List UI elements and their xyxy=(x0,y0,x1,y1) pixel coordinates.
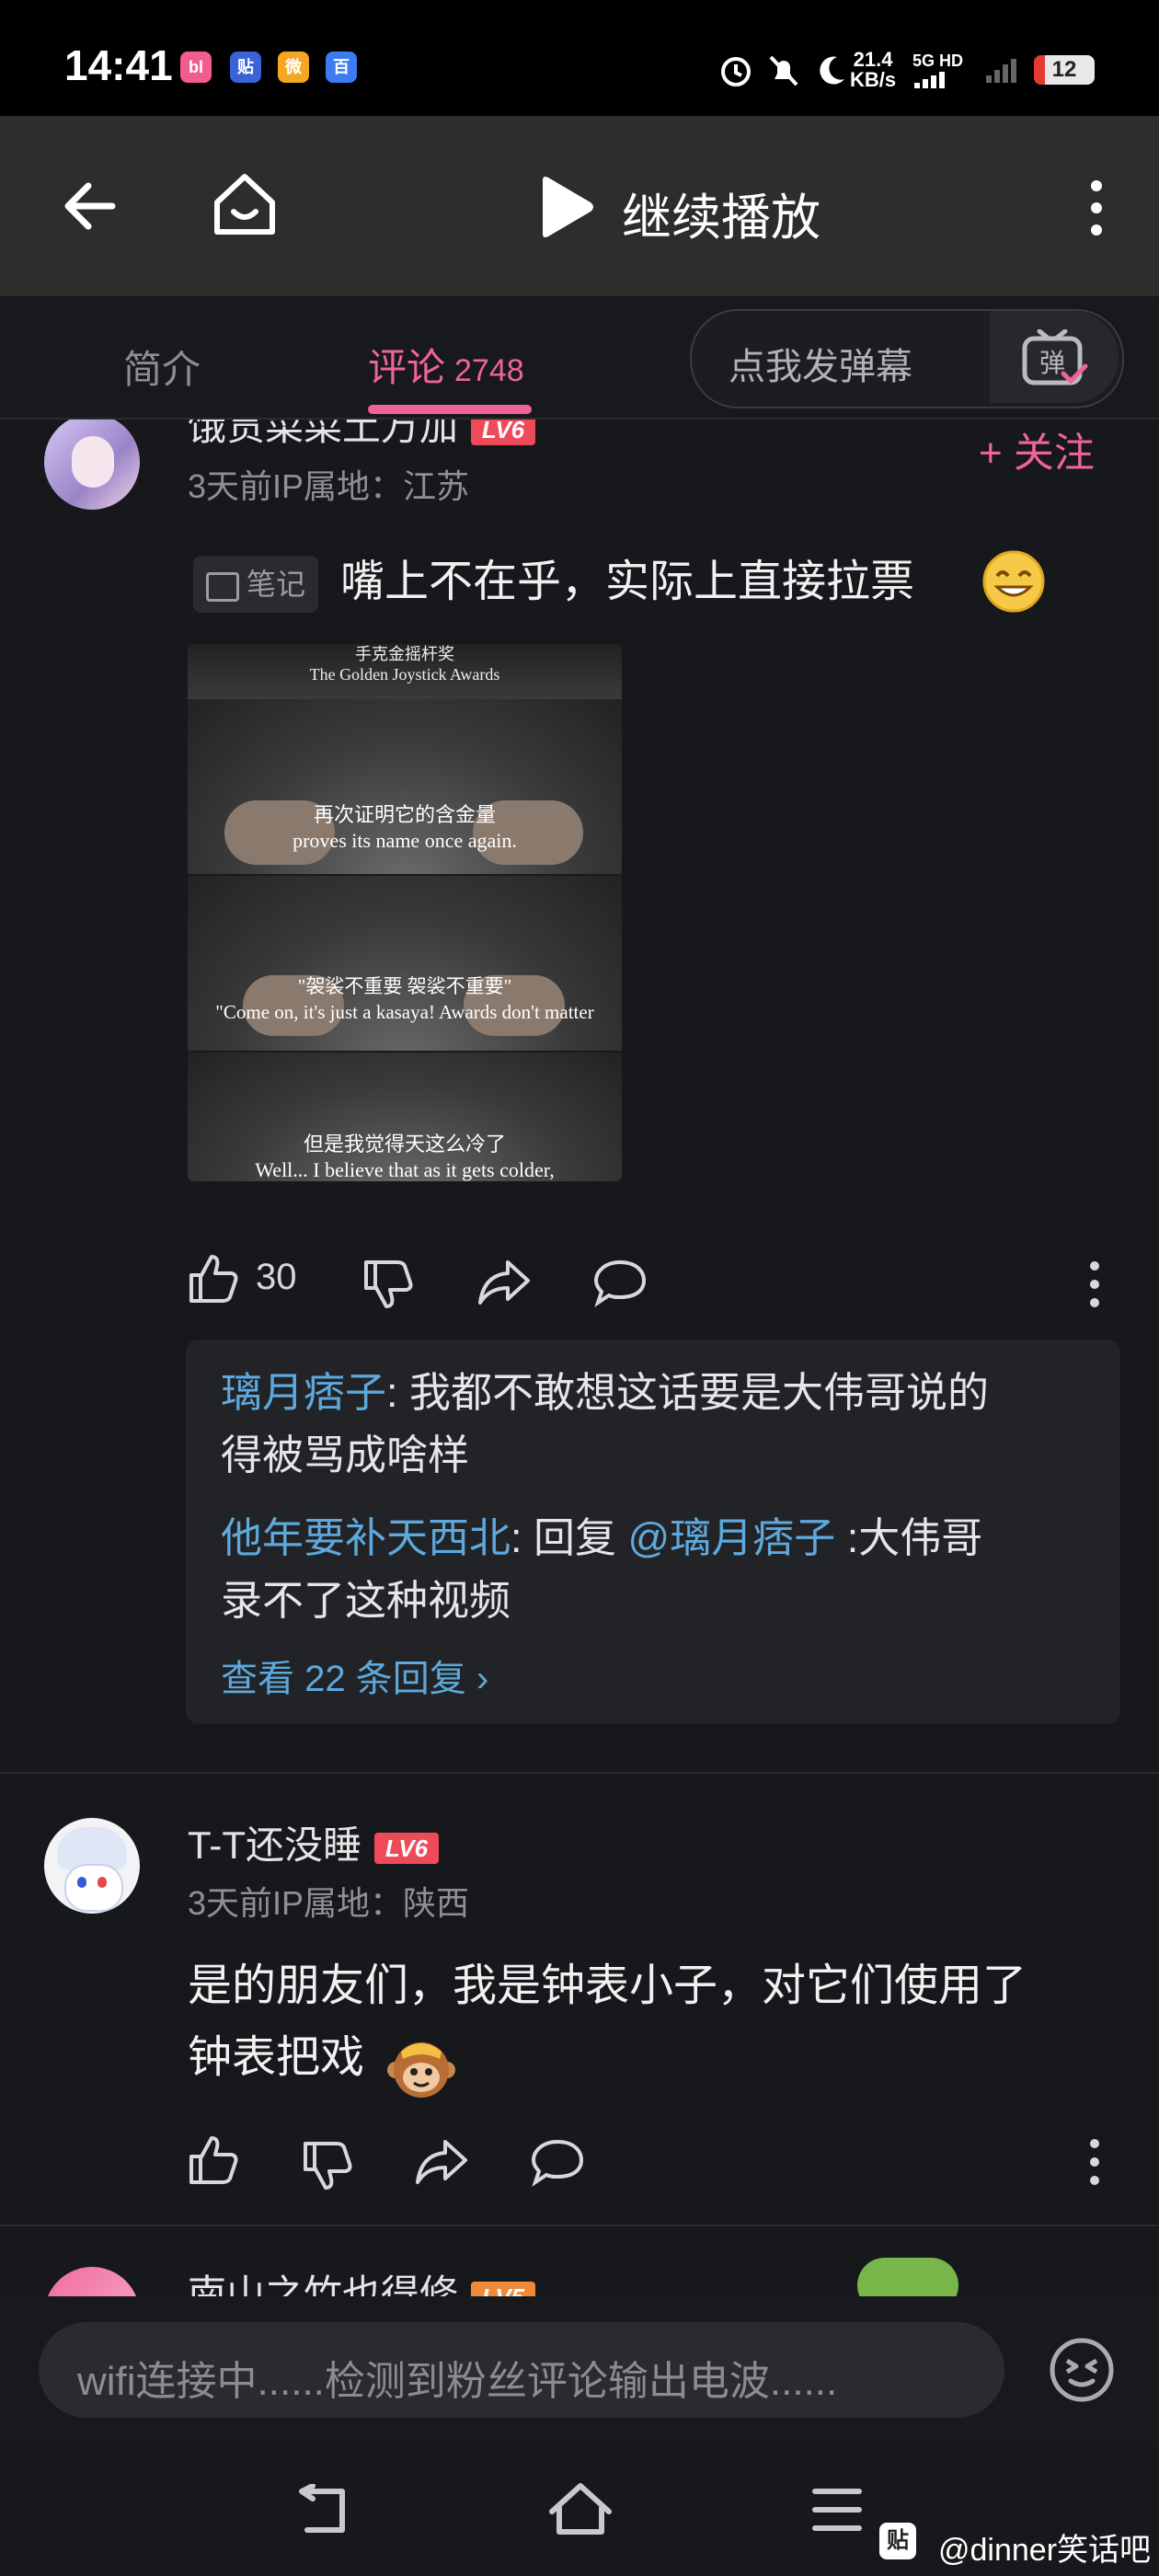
decoration-badge xyxy=(857,2258,958,2296)
reply-text: 录不了这种视频 xyxy=(221,1577,511,1624)
clock: 14:41 xyxy=(64,41,173,89)
reply-text: :大伟哥 xyxy=(835,1514,983,1561)
reply-text: 得被骂成啥样 xyxy=(221,1432,470,1478)
level-badge: LV5 xyxy=(471,2281,536,2296)
weibo-app-icon: 微 xyxy=(278,52,309,83)
comment-username[interactable]: T-T还没睡 LV6 xyxy=(188,1814,439,1870)
status-bar: 14:41 bl 贴 微 百 21.4 KB/s 5G HD 12 xyxy=(0,0,1159,116)
comment-image[interactable]: 手克金摇杆奖 The Golden Joystick Awards 再次证明它的含… xyxy=(188,644,622,1181)
avatar[interactable] xyxy=(44,2267,140,2296)
share-icon[interactable] xyxy=(476,1257,532,1308)
monkey-emoji-icon xyxy=(387,2042,455,2098)
reply-prefix: : 回复 xyxy=(511,1514,628,1561)
level-badge: LV6 xyxy=(373,1832,439,1864)
comment-text: 是的朋友们，我是钟表小子，对它们使用了 钟表把戏 xyxy=(188,1950,1126,2094)
like-icon[interactable] xyxy=(188,2134,239,2186)
continue-play-button[interactable]: 继续播放 xyxy=(622,177,820,249)
reply-icon[interactable] xyxy=(530,2136,585,2188)
emoji-picker-icon[interactable] xyxy=(1047,2335,1117,2405)
home-icon[interactable] xyxy=(210,169,280,239)
comment-text-body: 钟表把戏 xyxy=(188,2033,365,2082)
play-icon[interactable] xyxy=(537,175,596,239)
comment-count: 2748 xyxy=(454,353,524,388)
comment-more-icon[interactable] xyxy=(1085,1260,1104,1308)
reply-preview[interactable]: 璃月痞子: 我都不敢想这话要是大伟哥说的 得被骂成啥样 他年要补天西北: 回复 … xyxy=(186,1340,1120,1724)
tab-comments[interactable]: 评论 2748 xyxy=(368,337,524,393)
follow-button[interactable]: + 关注 xyxy=(979,420,1095,478)
tieba-app-icon: 贴 xyxy=(230,52,261,83)
username-text: 饿贯菜菜土万加 xyxy=(188,420,459,448)
danmaku-tv-icon: 弹 xyxy=(1022,329,1088,385)
reply-author[interactable]: 璃月痞子 xyxy=(221,1369,386,1416)
view-more-replies-link[interactable]: 查看 22 条回复 › xyxy=(221,1649,488,1702)
reply-author[interactable]: 他年要补天西北 xyxy=(221,1514,511,1561)
reply-item: 璃月痞子: 我都不敢想这话要是大伟哥说的 得被骂成啥样 xyxy=(221,1362,1104,1487)
danmaku-toggle-button[interactable]: 弹 xyxy=(990,311,1119,403)
danmaku-placeholder: 点我发弹幕 xyxy=(729,347,912,387)
note-icon xyxy=(206,571,239,602)
comment-username[interactable]: 饿贯菜菜土万加 LV6 xyxy=(188,420,536,452)
comment-text: 嘴上不在乎，实际上直接拉票 xyxy=(340,546,914,618)
note-tag: 笔记 xyxy=(193,556,319,613)
avatar[interactable] xyxy=(44,1818,140,1914)
active-tab-indicator xyxy=(368,405,532,414)
image-caption-2: "袈裟不重要 袈裟不重要" "Come on, it's just a kasay… xyxy=(215,975,594,1023)
net-speed: 21.4 KB/s xyxy=(850,48,897,91)
comment-more-icon[interactable] xyxy=(1085,2138,1104,2186)
comment-meta: 3天前IP属地：江苏 xyxy=(188,467,470,505)
nav-back-icon[interactable] xyxy=(291,2484,355,2539)
moon-icon xyxy=(820,56,844,85)
nav-menu-icon[interactable] xyxy=(809,2484,865,2536)
reply-mention[interactable]: @璃月痞子 xyxy=(628,1514,836,1561)
video-header: 继续播放 xyxy=(0,116,1159,296)
username-text: 南山之竹也得修 xyxy=(188,2272,459,2296)
reply-item: 他年要补天西北: 回复 @璃月痞子 :大伟哥 录不了这种视频 xyxy=(221,1507,1104,1632)
like-icon[interactable] xyxy=(188,1253,239,1305)
username-text: T-T还没睡 xyxy=(188,1823,361,1867)
reply-text: : 我都不敢想这话要是大伟哥说的 xyxy=(386,1369,990,1416)
more-options-icon[interactable] xyxy=(1078,178,1115,237)
image-caption-top: 手克金摇杆奖 The Golden Joystick Awards xyxy=(309,645,500,684)
tieba-logo-icon: 贴 xyxy=(879,2523,916,2559)
image-caption-3: 但是我觉得天这么冷了 Well... I believe that as it g… xyxy=(255,1133,555,1181)
mute-bell-icon xyxy=(769,55,798,86)
comment-text-body: 是的朋友们，我是钟表小子，对它们使用了 xyxy=(188,1961,1027,2010)
bilibili-app-icon: bl xyxy=(180,52,212,83)
alarm-icon xyxy=(721,57,751,86)
avatar[interactable] xyxy=(44,420,140,510)
comment-2: T-T还没睡 LV6 3天前IP属地：陕西 是的朋友们，我是钟表小子，对它们使用了… xyxy=(0,1774,1159,2225)
image-caption-1: 再次证明它的含金量 proves its name once again. xyxy=(293,803,517,852)
smile-emoji-icon xyxy=(982,550,1045,613)
note-tag-label: 笔记 xyxy=(247,568,306,601)
comment-input-placeholder: wifi连接中......检测到粉丝评论输出电波...... xyxy=(77,2359,838,2404)
tab-intro[interactable]: 简介 xyxy=(123,339,201,395)
share-icon[interactable] xyxy=(414,2136,469,2188)
battery-icon: 12 xyxy=(1034,55,1095,85)
signal-weak-icon xyxy=(986,59,1016,83)
level-badge: LV6 xyxy=(471,420,536,445)
nav-home-icon[interactable] xyxy=(546,2480,614,2539)
comment-username[interactable]: 南山之竹也得修 LV5 xyxy=(188,2263,536,2296)
dislike-icon[interactable] xyxy=(302,2140,353,2191)
tab-comments-label: 评论 xyxy=(368,346,446,389)
watermark: @dinner笑话吧 xyxy=(938,2533,1152,2568)
reply-icon[interactable] xyxy=(592,1257,648,1308)
signal-icon xyxy=(914,72,945,88)
network-label: 5G HD xyxy=(912,52,964,70)
dislike-icon[interactable] xyxy=(362,1259,414,1310)
comment-text-body: 嘴上不在乎，实际上直接拉票 xyxy=(340,558,915,606)
comment-3: 南山之竹也得修 LV5 xyxy=(0,2226,1159,2296)
comment-meta: 3天前IP属地：陕西 xyxy=(188,1884,470,1922)
back-arrow-icon[interactable] xyxy=(61,177,120,236)
baidu-app-icon: 百 xyxy=(326,52,357,83)
like-count: 30 xyxy=(256,1257,297,1297)
